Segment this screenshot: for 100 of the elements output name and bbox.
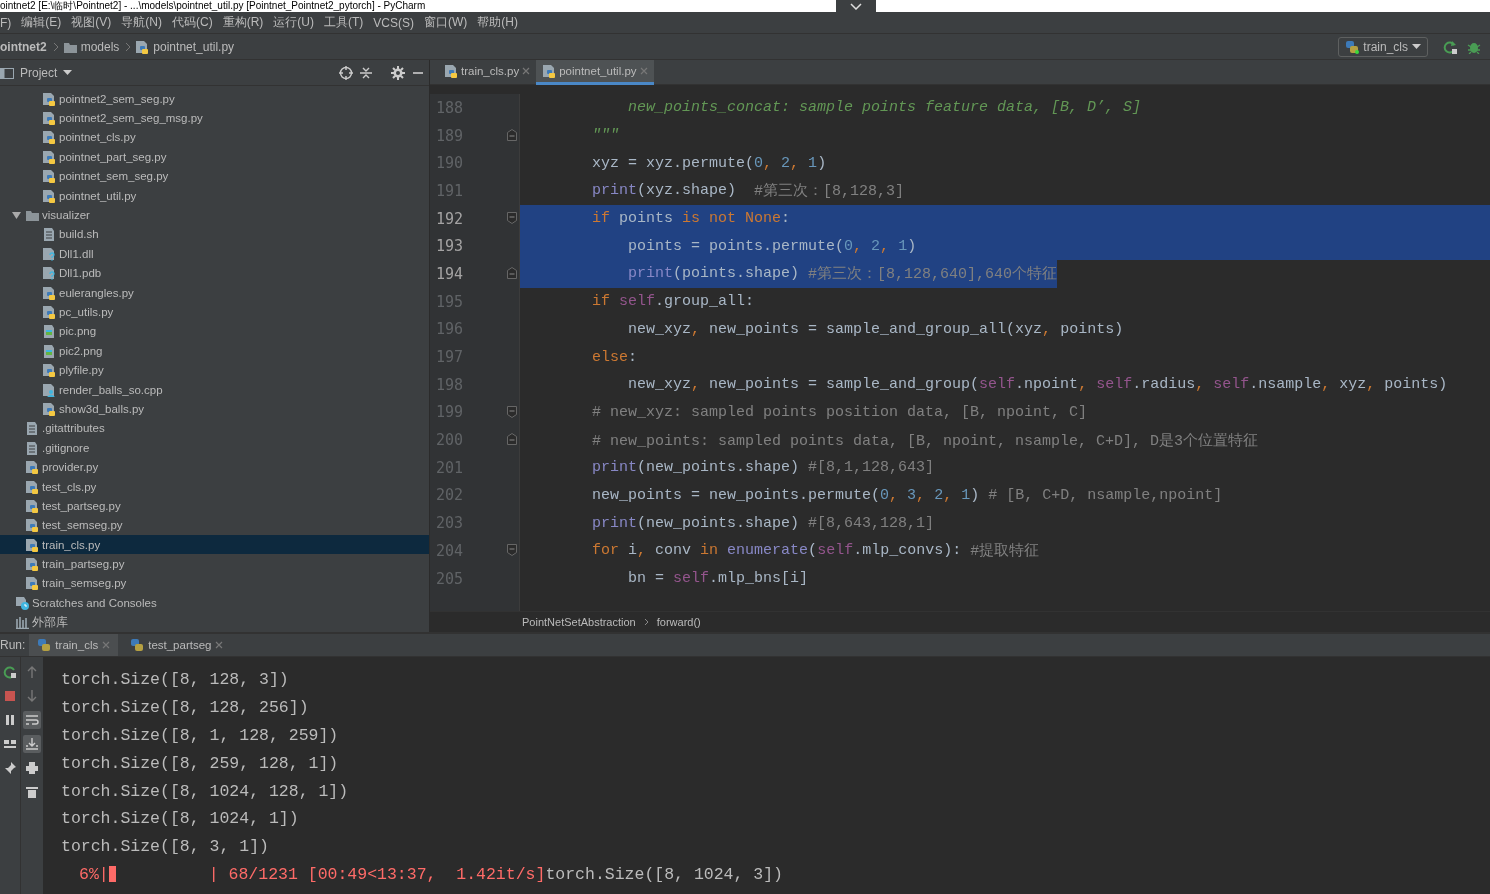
python-file-icon — [25, 479, 39, 494]
output-line: torch.Size([8, 128, 256]) — [61, 697, 310, 720]
output-line: torch.Size([8, 1024, 1]) — [61, 808, 300, 831]
code-line: new_points = new_points.permute(0, 3, 2, 1) # [B, C+D, nsample,npoint] — [591, 485, 1224, 506]
tree-item[interactable]: Dll1.pdb — [0, 263, 429, 283]
layout-icon[interactable] — [3, 737, 17, 751]
tree-item[interactable]: pointnet_sem_seg.py — [0, 166, 429, 186]
tree-item[interactable]: pc_utils.py — [0, 302, 429, 322]
python-file-icon — [25, 498, 39, 513]
editor-tab[interactable]: train_cls.py — [438, 60, 537, 85]
menu-item[interactable]: 导航(N) — [121, 14, 162, 31]
tree-item[interactable]: .gitignore — [0, 438, 429, 458]
tree-item[interactable]: .gitattributes — [0, 418, 429, 439]
tree-item[interactable]: pointnet_part_seg.py — [0, 147, 429, 167]
settings-icon[interactable] — [391, 65, 405, 80]
locate-icon[interactable] — [339, 65, 353, 80]
output-line: torch.Size([8, 1, 128, 259]) — [61, 725, 340, 747]
python-file-icon — [25, 518, 39, 533]
code-line: """ — [591, 126, 621, 147]
menu-item[interactable]: 窗口(W) — [424, 14, 468, 31]
text-file-icon — [25, 421, 39, 436]
menu-item[interactable]: 重构(R) — [222, 14, 264, 31]
tree-item[interactable]: eulerangles.py — [0, 282, 429, 303]
run-label: Run: — [0, 638, 26, 652]
breadcrumb-item[interactable]: models — [80, 39, 120, 54]
rerun-button[interactable] — [1443, 39, 1457, 54]
close-icon[interactable] — [215, 641, 224, 649]
soft-wrap-button[interactable] — [23, 711, 41, 729]
menu-item[interactable]: 视图(V) — [71, 14, 112, 31]
close-icon[interactable] — [102, 641, 111, 649]
run-tab[interactable]: test_partseg — [122, 634, 232, 656]
menu-item[interactable]: 运行(U) — [273, 14, 314, 31]
close-icon[interactable] — [522, 67, 531, 75]
tree-item[interactable]: train_cls.py — [0, 535, 429, 555]
tree-item[interactable]: pointnet_cls.py — [0, 127, 429, 148]
tree-item[interactable]: train_partseg.py — [0, 554, 429, 574]
code-line: xyz = xyz.permute(0, 2, 1) — [591, 153, 828, 174]
tree-item[interactable]: pointnet2_sem_seg_msg.py — [0, 108, 429, 128]
fold-start-icon[interactable] — [507, 405, 517, 418]
menu-item[interactable]: 帮助(H) — [477, 14, 518, 31]
stop-icon[interactable] — [3, 689, 17, 703]
menu-item[interactable]: 代码(C) — [172, 14, 213, 31]
tree-item[interactable]: test_cls.py — [0, 476, 429, 497]
tree-item[interactable]: pointnet2_sem_seg.py — [0, 89, 429, 109]
chevron-down-icon — [850, 2, 862, 10]
text-file-icon — [25, 440, 39, 455]
pin-icon[interactable] — [3, 761, 17, 775]
run-config-dropdown[interactable]: train_cls — [1338, 36, 1428, 57]
menu-item[interactable]: 工具(T) — [324, 14, 364, 31]
menu-item[interactable]: VCS(S) — [373, 15, 414, 30]
tree-item[interactable]: test_semseg.py — [0, 515, 429, 535]
tree-item[interactable]: render_balls_so.cpp — [0, 379, 429, 400]
tree-item[interactable]: plyfile.py — [0, 360, 429, 380]
project-view-dropdown[interactable]: Project — [0, 63, 77, 82]
tree-item[interactable]: build.sh — [0, 224, 429, 245]
tree-item[interactable]: pic2.png — [0, 341, 429, 361]
tree-item[interactable]: train_semseg.py — [0, 573, 429, 594]
tree-item[interactable]: pointnet_util.py — [0, 185, 429, 206]
collapse-icon[interactable] — [359, 65, 373, 80]
tree-item[interactable]: show3d_balls.py — [0, 399, 429, 419]
breadcrumb-item[interactable]: pointnet_util.py — [153, 39, 235, 54]
output-text: torch.Size([8, 1024, 3]) — [545, 864, 783, 884]
progress-stats: | 68/1231 [00:49<13:37, 1.42it/s] — [208, 864, 546, 884]
collapse-button[interactable] — [836, 0, 876, 12]
fold-end-icon[interactable] — [507, 267, 517, 280]
code-line: if self.group_all: — [591, 292, 756, 313]
fold-end-icon[interactable] — [507, 433, 517, 446]
rerun-icon[interactable] — [3, 665, 17, 679]
tree-item[interactable]: pic.png — [0, 321, 429, 342]
run-tab[interactable]: train_cls — [29, 634, 119, 656]
code-line: # new_xyz: sampled points position data, [B, npoint, C] — [591, 402, 1089, 423]
output-line: torch.Size([8, 1024, 128, 1]) — [61, 780, 350, 803]
python-file-icon — [42, 305, 56, 319]
trash-icon — [25, 785, 39, 799]
code-line: for i, conv in enumerate(self.mlp_convs): #提取特征 — [591, 541, 1041, 563]
tree-item[interactable]: provider.py — [0, 457, 429, 477]
tree-item[interactable]: Dll1.dll — [0, 244, 429, 264]
pause-icon[interactable] — [3, 713, 17, 727]
tree-item[interactable]: visualizer — [0, 205, 429, 225]
tree-item[interactable]: test_partseg.py — [0, 496, 429, 516]
fold-start-icon[interactable] — [507, 544, 517, 556]
editor-tab[interactable]: pointnet_util.py — [536, 60, 654, 85]
tree-item[interactable]: Scratches and Consoles — [0, 593, 429, 613]
menu-item[interactable]: F) — [0, 15, 12, 30]
python-file-icon — [42, 91, 56, 106]
breadcrumb-item[interactable]: PointNetSetAbstraction — [522, 616, 636, 628]
menu-item[interactable]: 编辑(E) — [21, 14, 62, 31]
printer-icon — [25, 761, 39, 775]
fold-end-icon[interactable] — [507, 128, 517, 141]
dropdown-arrow-icon — [63, 70, 73, 75]
breadcrumb-item[interactable]: ointnet2 — [0, 39, 47, 54]
cpp-file-icon — [42, 382, 56, 397]
scratches-icon — [15, 595, 29, 610]
tree-item[interactable]: 外部库 — [0, 612, 429, 632]
fold-start-icon[interactable] — [507, 211, 517, 224]
printer-button[interactable] — [23, 759, 41, 777]
breadcrumb-item[interactable]: forward() — [656, 616, 701, 628]
scroll-to-end-button[interactable] — [23, 735, 41, 753]
close-icon[interactable] — [639, 67, 648, 75]
output-line: torch.Size([8, 128, 3]) — [61, 669, 290, 692]
